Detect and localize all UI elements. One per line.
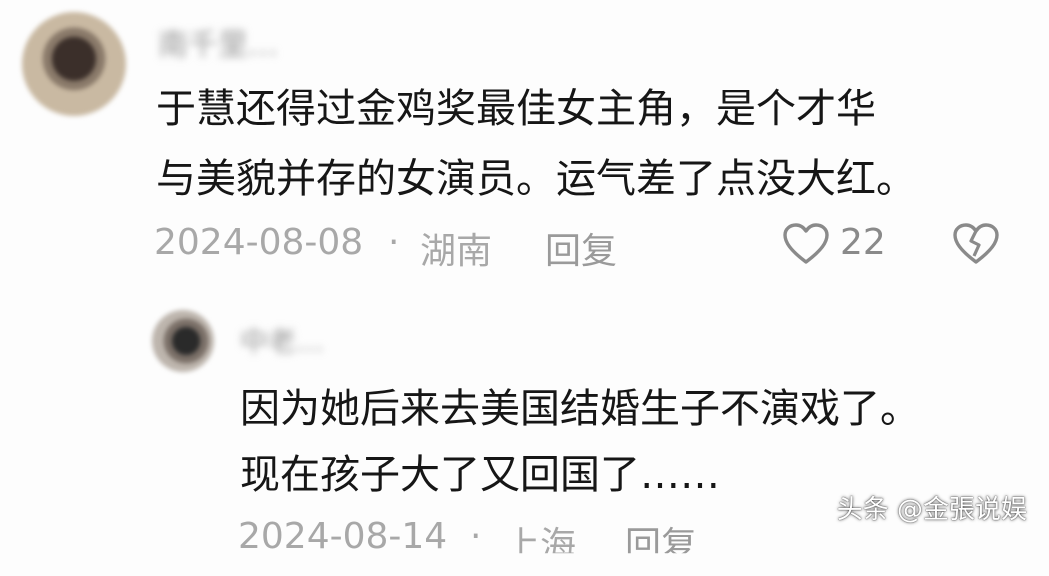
- heart-icon[interactable]: [782, 222, 830, 266]
- reply-text-line-2: 现在孩子大了又回国了……: [240, 452, 720, 498]
- reply-date: 2024-08-14: [238, 516, 448, 557]
- reply-avatar[interactable]: [152, 310, 214, 372]
- comment-text-line-2: 与美貌并存的女演员。运气差了点没大红。: [156, 156, 916, 202]
- username[interactable]: 南千里…: [158, 20, 278, 64]
- comment-date: 2024-08-08: [154, 222, 364, 263]
- reply-meta-separator: ·: [470, 516, 482, 557]
- reply-location: 上海: [504, 525, 577, 566]
- reply-text-line-1: 因为她后来去美国结婚生子不演戏了。: [240, 386, 920, 432]
- watermark: 头条 @金張说娱: [836, 495, 1027, 525]
- like-count: 22: [840, 222, 886, 263]
- reply-button[interactable]: 回复: [545, 222, 617, 274]
- comment-text-line-1: 于慧还得过金鸡奖最佳女主角，是个才华: [156, 86, 876, 132]
- reply-username[interactable]: 中老…: [240, 320, 324, 360]
- meta-separator: ·: [388, 222, 400, 263]
- broken-heart-icon[interactable]: [952, 222, 1000, 266]
- comment-location: 湖南: [420, 231, 493, 272]
- avatar[interactable]: [22, 12, 126, 116]
- reply-reply-button[interactable]: 回复: [625, 516, 697, 553]
